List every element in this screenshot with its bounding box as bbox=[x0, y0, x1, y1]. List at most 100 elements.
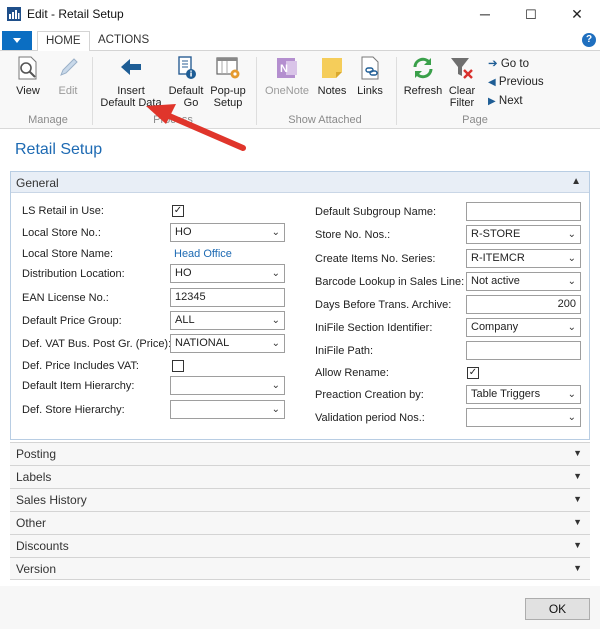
close-button[interactable]: ✕ bbox=[554, 0, 600, 29]
barcode-lookup-field[interactable]: Not active ⌄ bbox=[466, 272, 581, 291]
local-store-no-field[interactable]: HO ⌄ bbox=[170, 223, 285, 242]
popup-setup-label-line2: Setup bbox=[213, 97, 243, 109]
fasttab-other[interactable]: Other ▼ bbox=[10, 511, 590, 534]
ls-retail-in-use-label: LS Retail in Use: bbox=[22, 205, 104, 217]
store-no-nos-field[interactable]: R-STORE ⌄ bbox=[466, 225, 581, 244]
next-button[interactable]: ▶ Next bbox=[488, 95, 523, 107]
edit-button[interactable]: Edit bbox=[50, 55, 86, 97]
chevron-down-icon[interactable]: ▼ bbox=[573, 517, 582, 527]
default-item-hierarchy-label: Default Item Hierarchy: bbox=[22, 380, 135, 392]
default-item-hierarchy-field[interactable]: ⌄ bbox=[170, 376, 285, 395]
clear-filter-label-line2: Filter bbox=[449, 97, 475, 109]
chevron-down-icon[interactable]: ⌄ bbox=[568, 226, 576, 243]
previous-button[interactable]: ◀ Previous bbox=[488, 76, 544, 88]
chevron-down-icon[interactable]: ▼ bbox=[573, 540, 582, 550]
allow-rename-label: Allow Rename: bbox=[315, 367, 389, 379]
chevron-down-icon[interactable]: ⌄ bbox=[272, 224, 280, 241]
distribution-location-field[interactable]: HO ⌄ bbox=[170, 264, 285, 283]
default-go-button[interactable]: Default Go bbox=[166, 55, 206, 109]
days-before-archive-field[interactable]: 200 bbox=[466, 295, 581, 314]
popup-setup-label-line1: Pop-up bbox=[210, 85, 246, 97]
chevron-down-icon[interactable]: ⌄ bbox=[568, 319, 576, 336]
local-store-name-link[interactable]: Head Office bbox=[174, 248, 232, 260]
default-price-group-label: Default Price Group: bbox=[22, 315, 122, 327]
view-label: View bbox=[16, 85, 40, 97]
fasttab-general-label: General bbox=[16, 176, 59, 190]
distribution-location-label: Distribution Location: bbox=[22, 268, 125, 280]
ok-button[interactable]: OK bbox=[525, 598, 590, 620]
default-subgroup-name-field[interactable] bbox=[466, 202, 581, 221]
store-no-nos-value: R-STORE bbox=[471, 228, 521, 240]
notes-button[interactable]: Notes bbox=[314, 55, 350, 97]
fasttab-version[interactable]: Version ▼ bbox=[10, 557, 590, 580]
chevron-down-icon[interactable]: ▼ bbox=[573, 471, 582, 481]
divider bbox=[92, 57, 93, 125]
chevron-up-icon[interactable]: ▲ bbox=[571, 176, 581, 187]
ribbon: View Edit Manage Insert Default Data Def… bbox=[0, 51, 600, 129]
edit-label: Edit bbox=[58, 85, 78, 97]
chevron-down-icon[interactable]: ⌄ bbox=[272, 265, 280, 282]
chevron-down-icon[interactable]: ⌄ bbox=[272, 377, 280, 394]
fasttab-sales-history[interactable]: Sales History ▼ bbox=[10, 488, 590, 511]
def-price-includes-vat-label: Def. Price Includes VAT: bbox=[22, 360, 139, 372]
fasttab-version-label: Version bbox=[16, 562, 57, 576]
def-vat-bus-post-gr-field[interactable]: NATIONAL ⌄ bbox=[170, 334, 285, 353]
def-store-hierarchy-field[interactable]: ⌄ bbox=[170, 400, 285, 419]
clear-filter-button[interactable]: Clear Filter bbox=[446, 55, 478, 109]
refresh-button[interactable]: Refresh bbox=[402, 55, 444, 97]
fasttab-discounts[interactable]: Discounts ▼ bbox=[10, 534, 590, 557]
inifile-section-field[interactable]: Company ⌄ bbox=[466, 318, 581, 337]
popup-setup-button[interactable]: Pop-up Setup bbox=[208, 55, 248, 109]
create-items-no-series-field[interactable]: R-ITEMCR ⌄ bbox=[466, 249, 581, 268]
ean-license-no-field[interactable]: 12345 bbox=[170, 288, 285, 307]
chevron-down-icon[interactable]: ⌄ bbox=[272, 335, 280, 352]
triangle-left-icon: ◀ bbox=[488, 77, 496, 88]
preaction-creation-field[interactable]: Table Triggers ⌄ bbox=[466, 385, 581, 404]
group-manage: Manage bbox=[28, 114, 68, 126]
maximize-button[interactable]: ☐ bbox=[508, 0, 554, 29]
go-to-button[interactable]: ➔ Go to bbox=[488, 56, 529, 70]
inifile-section-value: Company bbox=[471, 321, 519, 333]
refresh-label: Refresh bbox=[403, 85, 443, 97]
days-before-archive-label: Days Before Trans. Archive: bbox=[315, 299, 452, 311]
ribbon-tab-row: HOME ACTIONS ? bbox=[0, 29, 600, 52]
view-button[interactable]: View bbox=[10, 55, 46, 97]
default-price-group-field[interactable]: ALL ⌄ bbox=[170, 311, 285, 330]
inifile-path-field[interactable] bbox=[466, 341, 581, 360]
fasttab-general-header[interactable]: General ▲ bbox=[11, 172, 589, 193]
minimize-button[interactable]: ─ bbox=[462, 0, 508, 29]
group-page: Page bbox=[462, 114, 488, 126]
chevron-down-icon[interactable]: ▼ bbox=[573, 448, 582, 458]
app-menu-button[interactable] bbox=[2, 31, 32, 50]
chevron-down-icon[interactable]: ⌄ bbox=[272, 312, 280, 329]
chevron-down-icon[interactable]: ⌄ bbox=[568, 273, 576, 290]
validation-period-nos-label: Validation period Nos.: bbox=[315, 412, 425, 424]
onenote-button[interactable]: N OneNote bbox=[262, 55, 312, 97]
chevron-down-icon[interactable]: ⌄ bbox=[272, 401, 280, 418]
default-go-label-line2: Go bbox=[183, 97, 199, 109]
def-price-includes-vat-checkbox[interactable] bbox=[172, 360, 184, 372]
chevron-down-icon[interactable]: ▼ bbox=[573, 494, 582, 504]
days-before-archive-value: 200 bbox=[557, 298, 576, 310]
previous-label: Previous bbox=[498, 76, 544, 88]
allow-rename-checkbox[interactable]: ✓ bbox=[467, 367, 479, 379]
clear-filter-icon bbox=[451, 58, 473, 79]
fasttab-labels[interactable]: Labels ▼ bbox=[10, 465, 590, 488]
validation-period-nos-field[interactable]: ⌄ bbox=[466, 408, 581, 427]
window-gear-icon bbox=[216, 57, 240, 79]
fasttab-posting-label: Posting bbox=[16, 447, 57, 461]
chevron-down-icon[interactable]: ⌄ bbox=[568, 386, 576, 403]
chevron-down-icon[interactable]: ▼ bbox=[573, 563, 582, 573]
chevron-down-icon[interactable]: ⌄ bbox=[568, 250, 576, 267]
links-button[interactable]: Links bbox=[352, 55, 388, 97]
insert-default-data-label-line2: Default Data bbox=[100, 97, 162, 109]
fasttab-posting[interactable]: Posting ▼ bbox=[10, 442, 590, 465]
help-icon[interactable]: ? bbox=[582, 33, 596, 47]
tab-home[interactable]: HOME bbox=[37, 31, 90, 52]
ls-retail-in-use-checkbox[interactable]: ✓ bbox=[172, 205, 184, 217]
insert-default-data-button[interactable]: Insert Default Data bbox=[98, 55, 164, 109]
tab-actions[interactable]: ACTIONS bbox=[90, 31, 157, 52]
distribution-location-value: HO bbox=[175, 267, 192, 279]
barcode-lookup-label: Barcode Lookup in Sales Line: bbox=[315, 276, 465, 288]
chevron-down-icon[interactable]: ⌄ bbox=[568, 409, 576, 426]
